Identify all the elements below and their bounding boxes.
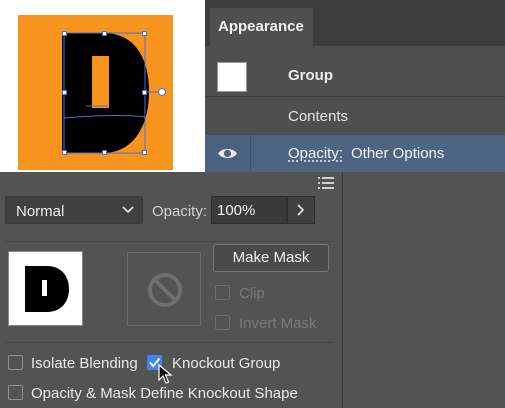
opacity-mask-knockout-label: Opacity & Mask Define Knockout Shape bbox=[31, 385, 298, 402]
chevron-right-icon bbox=[297, 204, 305, 216]
bbox-handle[interactable] bbox=[62, 90, 67, 95]
make-mask-button[interactable]: Make Mask bbox=[213, 244, 329, 272]
bbox-handle[interactable] bbox=[142, 31, 147, 36]
invert-mask-checkbox[interactable] bbox=[215, 315, 230, 330]
invert-mask-label: Invert Mask bbox=[239, 315, 317, 332]
appearance-panel: Appearance Group Contents Opacity: Other… bbox=[205, 0, 505, 172]
isolate-blending-checkbox[interactable] bbox=[8, 355, 23, 370]
artwork-thumbnail[interactable] bbox=[8, 251, 83, 326]
bbox-handle[interactable] bbox=[142, 150, 147, 155]
bbox-handle[interactable] bbox=[102, 150, 107, 155]
artwork-canvas[interactable] bbox=[0, 0, 205, 172]
bbox-handle[interactable] bbox=[102, 31, 107, 36]
mouse-cursor-icon bbox=[158, 364, 173, 384]
opacity-link[interactable]: Opacity: bbox=[288, 145, 343, 162]
thumbnail-d-letter bbox=[25, 266, 69, 312]
isolate-blending-label: Isolate Blending bbox=[31, 355, 138, 372]
chevron-down-icon bbox=[122, 206, 134, 214]
contents-label[interactable]: Contents bbox=[288, 108, 348, 125]
appearance-row-contents[interactable]: Contents bbox=[205, 96, 505, 135]
blend-mode-value: Normal bbox=[16, 203, 65, 220]
opacity-slider-button[interactable] bbox=[287, 196, 315, 224]
tab-appearance[interactable]: Appearance bbox=[210, 8, 313, 46]
bbox-handle[interactable] bbox=[62, 31, 67, 36]
no-mask-icon bbox=[148, 273, 182, 307]
clip-checkbox[interactable] bbox=[215, 285, 230, 300]
visibility-toggle[interactable] bbox=[205, 135, 251, 172]
bbox-handle[interactable] bbox=[142, 90, 147, 95]
blend-mode-dropdown[interactable]: Normal bbox=[5, 196, 143, 224]
bbox-handle[interactable] bbox=[62, 150, 67, 155]
opacity-input[interactable]: 100% bbox=[211, 196, 287, 224]
panel-menu-icon[interactable] bbox=[318, 177, 334, 189]
knockout-group-label: Knockout Group bbox=[172, 355, 281, 372]
eye-icon bbox=[218, 149, 237, 158]
opacity-mask-slot[interactable] bbox=[127, 252, 201, 326]
selected-d-artwork[interactable] bbox=[0, 0, 205, 172]
group-label: Group bbox=[288, 67, 333, 84]
appearance-row-opacity[interactable]: Opacity: Other Options bbox=[205, 135, 505, 172]
clip-label: Clip bbox=[239, 285, 265, 302]
divider bbox=[5, 241, 333, 242]
opacity-label: Opacity: bbox=[152, 203, 208, 220]
appearance-row-group[interactable]: Group bbox=[205, 57, 505, 95]
group-thumbnail-swatch bbox=[217, 62, 247, 92]
transparency-panel: Normal Opacity: 100% Make Mask Clip Inve… bbox=[0, 172, 343, 408]
divider bbox=[5, 342, 333, 343]
opacity-input-value: 100% bbox=[217, 202, 256, 219]
opacity-mask-knockout-checkbox[interactable] bbox=[8, 385, 23, 400]
opacity-value-text: Other Options bbox=[351, 145, 445, 162]
